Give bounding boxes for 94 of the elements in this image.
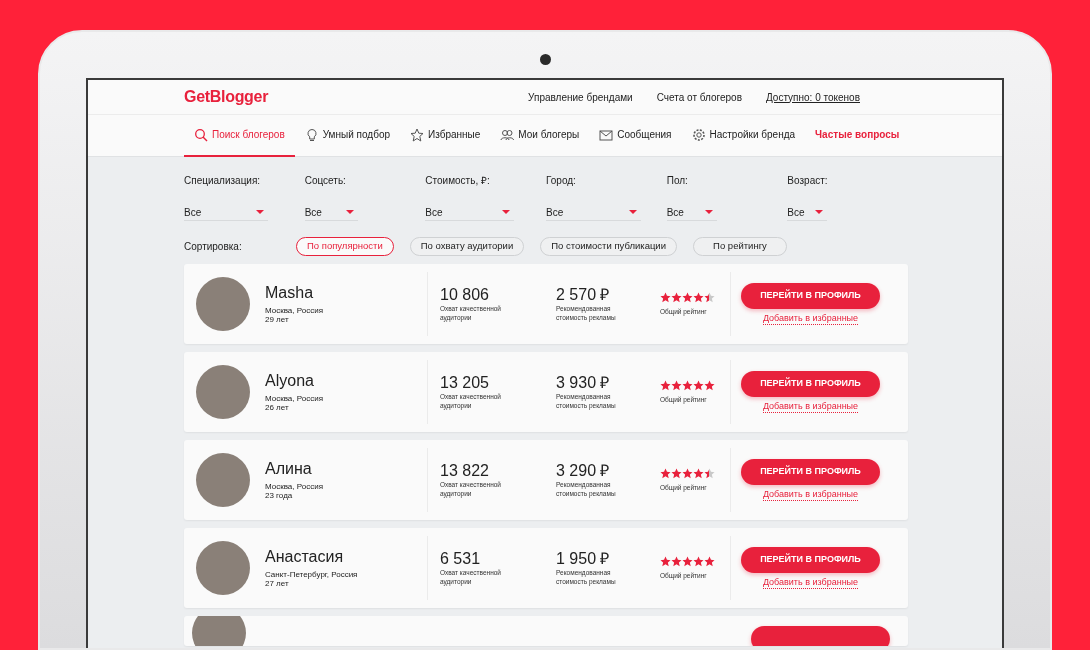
envelope-icon bbox=[599, 127, 614, 142]
blogger-age: 23 года bbox=[265, 491, 294, 500]
profile-button[interactable]: ПЕРЕЙТИ В ПРОФИЛЬ bbox=[741, 371, 880, 397]
nav-tab[interactable]: Частые вопросы bbox=[805, 114, 910, 157]
sort-option[interactable]: По популярности bbox=[296, 237, 394, 256]
blogger-age: 27 лет bbox=[265, 579, 290, 588]
blogger-name: Alyona bbox=[265, 372, 315, 390]
star-icon bbox=[660, 468, 671, 479]
header-link[interactable]: Счета от блогеров bbox=[656, 89, 742, 105]
star-icon bbox=[704, 380, 715, 391]
profile-button[interactable]: ПЕРЕЙТИ В ПРОФИЛЬ bbox=[741, 547, 880, 573]
sort-option[interactable]: По охвату аудитории bbox=[409, 237, 525, 256]
nav-tab[interactable]: Избранные bbox=[400, 114, 491, 157]
caret-icon bbox=[629, 210, 637, 214]
avatar-placeholder bbox=[196, 365, 250, 419]
avatar-placeholder bbox=[196, 541, 250, 595]
filter-select[interactable]: Все bbox=[787, 204, 828, 221]
filter-select[interactable]: Все bbox=[184, 204, 268, 221]
star-icon bbox=[682, 468, 693, 479]
caret-icon bbox=[704, 210, 713, 214]
camera-icon bbox=[540, 54, 551, 65]
blogger-name: Алина bbox=[265, 460, 313, 478]
filter-select[interactable]: Все bbox=[546, 204, 641, 221]
star-icon bbox=[693, 380, 704, 391]
settings-icon bbox=[691, 127, 706, 142]
blogger-age: 26 лет bbox=[265, 403, 290, 412]
star-icon bbox=[704, 292, 715, 303]
filter-label: Пол: bbox=[666, 174, 689, 188]
caret-icon bbox=[256, 210, 264, 214]
stat-value: 3 290 ₽ bbox=[556, 462, 611, 480]
favorite-link[interactable]: Добавить в избранные bbox=[762, 313, 859, 325]
blogger-city: Москва, Россия bbox=[265, 394, 324, 403]
balance-link[interactable]: Доступно: 0 токенов bbox=[766, 89, 860, 105]
logo[interactable]: GetBlogger bbox=[184, 85, 269, 109]
star-icon bbox=[671, 468, 682, 479]
stat-value: 1 950 ₽ bbox=[556, 550, 611, 568]
filter-label: Соцсеть: bbox=[304, 174, 347, 188]
star-icon bbox=[671, 380, 682, 391]
star-icon bbox=[693, 468, 704, 479]
nav-tab[interactable]: Поиск блогеров bbox=[184, 114, 295, 157]
star-icon bbox=[682, 292, 693, 303]
filter-label: Специализация: bbox=[184, 174, 262, 188]
blogger-city: Москва, Россия bbox=[265, 306, 324, 315]
star-icon bbox=[660, 556, 671, 567]
profile-button[interactable]: ПЕРЕЙТИ В ПРОФИЛЬ bbox=[741, 283, 880, 309]
avatar-placeholder bbox=[196, 453, 250, 507]
nav-tab[interactable]: Умный подбор bbox=[294, 114, 400, 157]
star-icon bbox=[410, 127, 424, 142]
star-icon bbox=[660, 292, 671, 303]
star-icon bbox=[693, 292, 704, 303]
caret-icon bbox=[815, 210, 824, 214]
nav-tab[interactable]: Сообщения bbox=[589, 114, 682, 157]
profile-button[interactable] bbox=[751, 626, 890, 646]
blogger-name: Анастасия bbox=[265, 548, 345, 566]
avatar-placeholder bbox=[196, 277, 250, 331]
stat-value: 3 930 ₽ bbox=[556, 374, 611, 392]
stat-value: 2 570 ₽ bbox=[556, 286, 611, 304]
filter-label: Город: bbox=[546, 174, 577, 188]
blogger-age: 29 лет bbox=[265, 315, 290, 324]
favorite-link[interactable]: Добавить в избранные bbox=[762, 577, 859, 589]
lightbulb-icon bbox=[304, 127, 319, 142]
caret-icon bbox=[502, 210, 511, 214]
favorite-link[interactable]: Добавить в избранные bbox=[762, 489, 859, 501]
search-icon bbox=[194, 127, 208, 142]
star-icon bbox=[660, 380, 671, 391]
blogger-city: Санкт-Петербург, Россия bbox=[265, 570, 359, 579]
profile-button[interactable]: ПЕРЕЙТИ В ПРОФИЛЬ bbox=[741, 459, 880, 485]
blogger-city: Москва, Россия bbox=[265, 482, 324, 491]
star-icon bbox=[671, 292, 682, 303]
star-icon bbox=[682, 380, 693, 391]
sort-option[interactable]: По рейтингу bbox=[693, 237, 787, 256]
star-icon bbox=[693, 556, 704, 567]
star-icon bbox=[704, 556, 715, 567]
caret-icon bbox=[345, 210, 354, 214]
blogger-name: Masha bbox=[265, 284, 315, 302]
stat-value: 6 531 bbox=[440, 550, 482, 568]
stat-value: 13 205 bbox=[440, 374, 490, 392]
star-icon bbox=[704, 468, 715, 479]
favorite-link[interactable]: Добавить в избранные bbox=[762, 401, 859, 413]
people-icon bbox=[500, 127, 515, 142]
filter-label: Возраст: bbox=[787, 174, 829, 188]
nav-tab[interactable]: Мои блогеры bbox=[490, 114, 590, 157]
filter-select[interactable]: Все bbox=[304, 204, 358, 221]
stat-value: 10 806 bbox=[440, 286, 490, 304]
stat-value: 13 822 bbox=[440, 462, 490, 480]
header-link[interactable]: Управление брендами bbox=[528, 89, 633, 105]
star-icon bbox=[682, 556, 693, 567]
filter-select[interactable]: Все bbox=[425, 204, 515, 221]
filter-label: Стоимость, ₽: bbox=[425, 174, 491, 188]
sort-label: Сортировка: bbox=[184, 240, 243, 254]
nav-tab[interactable]: Настройки бренда bbox=[681, 114, 806, 157]
star-icon bbox=[671, 556, 682, 567]
sort-option[interactable]: По стоимости публикации bbox=[540, 237, 677, 256]
filter-select[interactable]: Все bbox=[666, 204, 717, 221]
